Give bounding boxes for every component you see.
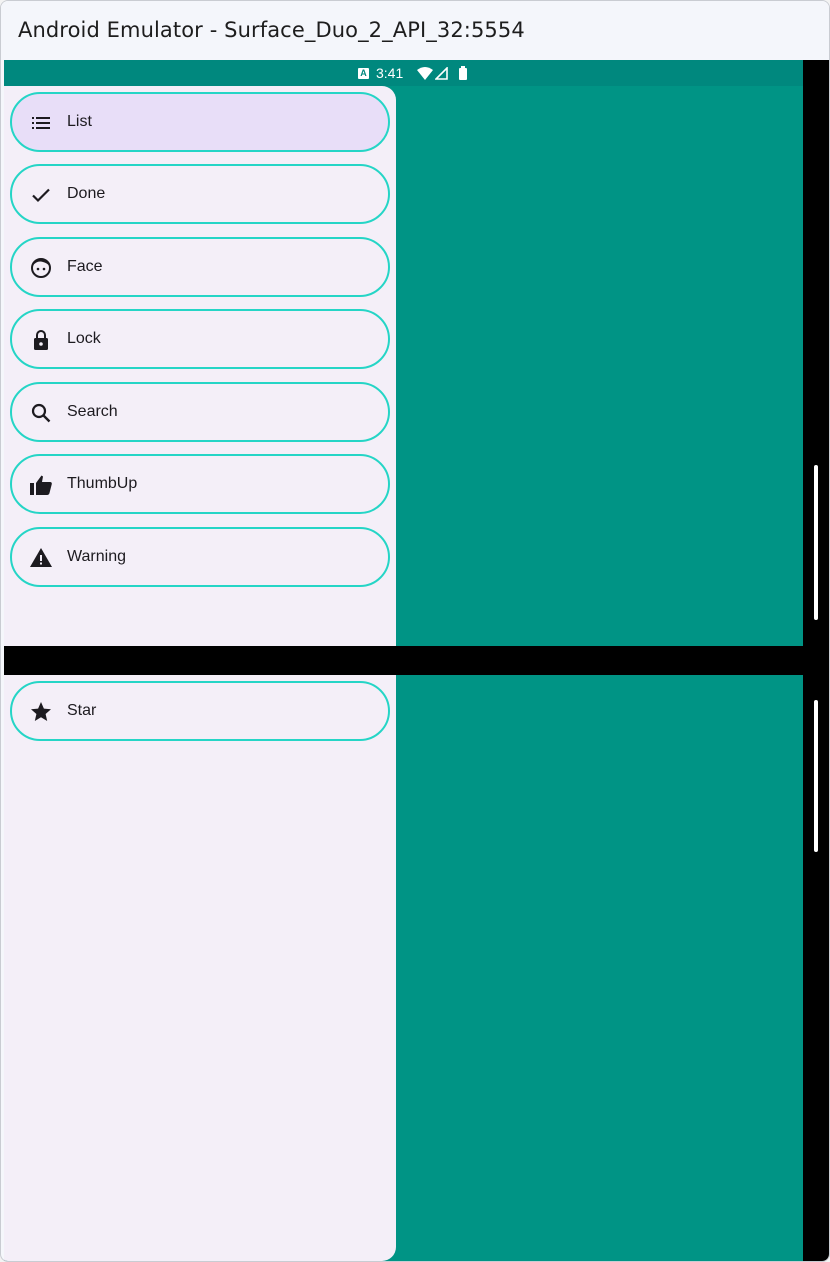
status-bar: A 3:41 (4, 60, 803, 86)
battery-icon (459, 66, 468, 80)
nav-item-done[interactable]: Done (10, 164, 390, 224)
warning-icon (30, 548, 52, 567)
lock-icon (34, 330, 48, 350)
notification-badge: A (358, 67, 369, 79)
emulator-window: Android Emulator - Surface_Duo_2_API_32:… (0, 0, 830, 1262)
nav-item-face[interactable]: Face (10, 237, 390, 297)
nav-label-done: Done (67, 185, 106, 202)
star-icon (31, 702, 51, 721)
search-icon (31, 403, 51, 423)
nav-item-warning[interactable]: Warning (10, 527, 390, 587)
nav-label-face: Face (67, 258, 103, 275)
top-screen-pane: List Done Face Lock Search ThumbUp Warni… (4, 86, 818, 646)
nav-label-star: Star (67, 702, 97, 719)
scrollbar-top[interactable] (814, 465, 818, 620)
window-title: Android Emulator - Surface_Duo_2_API_32:… (1, 1, 829, 60)
nav-label-warning: Warning (67, 548, 126, 565)
signal-icon (435, 66, 449, 80)
status-time: 3:41 (376, 65, 404, 81)
bottom-screen-pane: Star (4, 675, 818, 1261)
face-icon (31, 258, 51, 278)
wifi-icon (417, 66, 434, 80)
device-screen: A 3:41 List Done Face Lock Search ThumbU… (4, 60, 829, 1261)
nav-item-list[interactable]: List (10, 92, 390, 152)
nav-item-thumbup[interactable]: ThumbUp (10, 454, 390, 514)
nav-label-list: List (67, 113, 92, 130)
nav-item-lock[interactable]: Lock (10, 309, 390, 369)
nav-item-star[interactable]: Star (10, 681, 390, 741)
nav-label-lock: Lock (67, 330, 101, 347)
nav-label-search: Search (67, 403, 118, 420)
navigation-drawer-bottom: Star (4, 675, 396, 1261)
thumb-up-icon (30, 475, 52, 495)
status-icons (417, 66, 468, 80)
navigation-drawer-top: List Done Face Lock Search ThumbUp Warni… (4, 86, 396, 646)
list-icon (32, 117, 50, 129)
check-icon (32, 188, 50, 203)
nav-label-thumbup: ThumbUp (67, 475, 138, 492)
status-group: A 3:41 (358, 64, 468, 82)
nav-item-search[interactable]: Search (10, 382, 390, 442)
scrollbar-bottom[interactable] (814, 700, 818, 852)
